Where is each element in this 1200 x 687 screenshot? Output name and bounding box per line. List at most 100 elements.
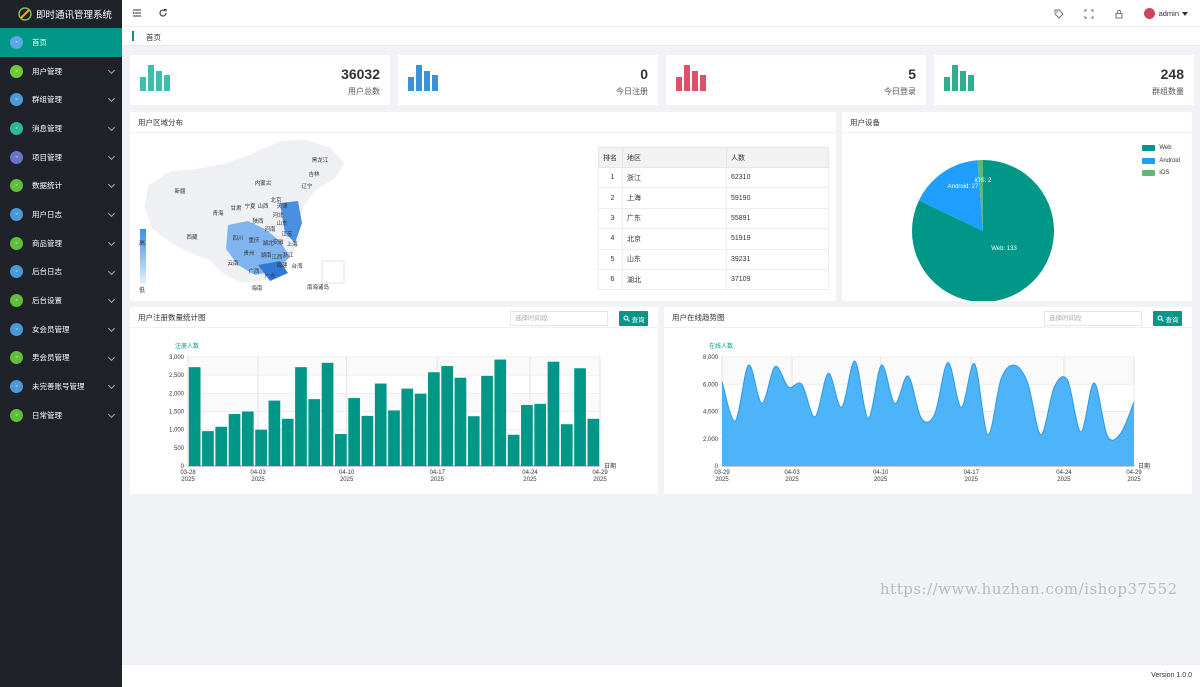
app-logo[interactable]: 即时通讯管理系统 <box>0 0 122 28</box>
bar[interactable] <box>574 368 586 466</box>
bar[interactable] <box>534 403 547 466</box>
y-axis-title: 注册人数 <box>175 342 199 350</box>
sidebar-item-13[interactable]: ◦ 日常管理 <box>0 401 122 430</box>
bar[interactable] <box>268 400 281 466</box>
map-label: 青海 <box>212 209 224 217</box>
bar[interactable] <box>308 399 321 466</box>
menu-icon: ◦ <box>10 207 23 221</box>
stat-value: 248 <box>1160 66 1184 82</box>
sidebar-item-label: 首页 <box>32 37 47 47</box>
sidebar-item-10[interactable]: ◦ 女会员管理 <box>0 315 122 344</box>
menu-icon: ◦ <box>10 150 23 164</box>
bar[interactable] <box>507 434 520 466</box>
bar[interactable] <box>587 418 600 466</box>
chevron-down-icon <box>107 181 116 189</box>
bar[interactable] <box>547 361 560 466</box>
map-label: 山西 <box>257 202 269 210</box>
sidebar-item-11[interactable]: ◦ 男会员管理 <box>0 344 122 373</box>
bar[interactable] <box>374 383 387 466</box>
bar[interactable] <box>281 418 294 466</box>
sidebar-item-5[interactable]: ◦ 数据统计 <box>0 171 122 200</box>
table-cell: 4 <box>598 228 623 250</box>
sidebar-item-1[interactable]: ◦ 用户管理 <box>0 57 122 86</box>
stat-label: 用户总数 <box>348 87 380 96</box>
online-date-input[interactable]: 选择时间段 <box>1044 311 1142 326</box>
menu-icon: ◦ <box>10 294 23 308</box>
register-query-label: 查询 <box>631 316 645 324</box>
bar[interactable] <box>361 415 374 466</box>
map-label: 云南 <box>227 259 239 267</box>
bar[interactable] <box>348 398 360 466</box>
bar[interactable] <box>521 404 533 466</box>
x-tick-label: 04-29 <box>1126 470 1142 476</box>
bar[interactable] <box>560 424 573 466</box>
legend-label: Web <box>1159 145 1172 152</box>
sidebar-item-label: 群组管理 <box>32 95 62 105</box>
table-cell: 上海 <box>622 187 727 209</box>
legend-item-web[interactable]: Web <box>1142 142 1180 155</box>
bar[interactable] <box>494 359 507 466</box>
map-label: 辽宁 <box>301 182 313 190</box>
legend-item-android[interactable]: Android <box>1142 155 1180 168</box>
sidebar-item-6[interactable]: ◦ 用户日志 <box>0 200 122 229</box>
south-sea-inset <box>321 260 345 284</box>
bar[interactable] <box>321 362 334 466</box>
table-cell: 55891 <box>726 207 829 230</box>
legend-item-ios[interactable]: iOS <box>1142 167 1180 180</box>
region-title: 用户区域分布 <box>130 112 836 133</box>
bar[interactable] <box>467 416 480 466</box>
sidebar-item-12[interactable]: ◦ 未完善账号管理 <box>0 372 122 401</box>
online-query-button[interactable]: 查询 <box>1153 311 1182 326</box>
y-tick-label: 2,000 <box>169 391 185 397</box>
chevron-down-icon <box>107 124 116 132</box>
bar[interactable] <box>454 377 467 466</box>
bar[interactable] <box>228 414 241 466</box>
china-map[interactable]: 高低 黑龙江吉林辽宁 内蒙古新疆青海甘肃 宁夏 山西北京天津河北山东 陕西河南江苏安徽 四川… <box>130 133 370 301</box>
sidebar-item-0[interactable]: ◦ 首页 <box>0 28 122 57</box>
stat-card-3: 248 群组数量 <box>934 55 1194 105</box>
bar[interactable] <box>295 367 307 466</box>
bar[interactable] <box>481 375 493 466</box>
bar[interactable] <box>334 434 347 466</box>
tag-icon[interactable] <box>1054 9 1064 19</box>
menu-toggle-icon[interactable] <box>132 8 142 18</box>
lock-icon[interactable] <box>1114 9 1124 19</box>
bar[interactable] <box>241 411 254 467</box>
x-tick-year: 2025 <box>874 477 888 483</box>
bar[interactable] <box>255 429 267 466</box>
register-query-button[interactable]: 查询 <box>619 311 648 326</box>
y-tick-label: 500 <box>174 446 185 452</box>
breadcrumb-home[interactable]: 首页 <box>146 32 161 43</box>
sidebar-item-9[interactable]: ◦ 后台设置 <box>0 286 122 315</box>
refresh-icon[interactable] <box>158 8 168 18</box>
fullscreen-icon[interactable] <box>1084 9 1094 19</box>
bar[interactable] <box>441 366 454 466</box>
bar[interactable] <box>188 367 201 466</box>
sidebar-item-4[interactable]: ◦ 项目管理 <box>0 143 122 172</box>
bar[interactable] <box>414 393 427 466</box>
device-pie-chart[interactable]: Web: 133 Android: 27iOS: 2 <box>842 112 1192 301</box>
register-date-input[interactable]: 选择时间段 <box>510 311 608 326</box>
bar[interactable] <box>428 372 440 466</box>
bar[interactable] <box>401 388 414 466</box>
online-area-chart[interactable]: 8,0006,0004,0002,0000在线人数日期03-29202504-0… <box>664 329 1192 494</box>
online-query-label: 查询 <box>1165 316 1179 324</box>
sidebar-item-3[interactable]: ◦ 消息管理 <box>0 114 122 143</box>
menu-icon: ◦ <box>10 179 23 193</box>
sidebar-item-8[interactable]: ◦ 后台日志 <box>0 258 122 287</box>
user-menu[interactable]: admin <box>1143 8 1188 19</box>
register-bar-chart[interactable]: 3,0002,5002,0001,5001,0005000注册人数日期03-28… <box>130 329 658 494</box>
x-tick-label: 04-24 <box>522 470 538 476</box>
sidebar-item-7[interactable]: ◦ 商品管理 <box>0 229 122 258</box>
map-label: 重庆 <box>248 236 260 244</box>
region-card: 用户区域分布 高低黑龙江 吉林 辽宁 内蒙古 新疆 青海 甘肃 宁夏 山西 北京 天津 河北 山东 陕西河… <box>130 112 836 301</box>
sidebar-item-label: 数据统计 <box>32 181 62 191</box>
bar[interactable] <box>202 431 214 466</box>
bar[interactable] <box>388 410 400 466</box>
sidebar-item-2[interactable]: ◦ 群组管理 <box>0 85 122 114</box>
sidebar-menu: ◦ 首页 ◦ 用户管理 ◦ 群组管理 ◦ 消息管理 ◦ 项目管理 ◦ 数据统计 ◦ 用户日志 ◦ 商品管理 ◦ 后… <box>0 28 122 430</box>
map-label: 江西 <box>271 254 283 261</box>
map-label: 宁夏 <box>244 202 256 210</box>
bar[interactable] <box>215 426 228 466</box>
map-label: 陕西 <box>252 217 264 225</box>
